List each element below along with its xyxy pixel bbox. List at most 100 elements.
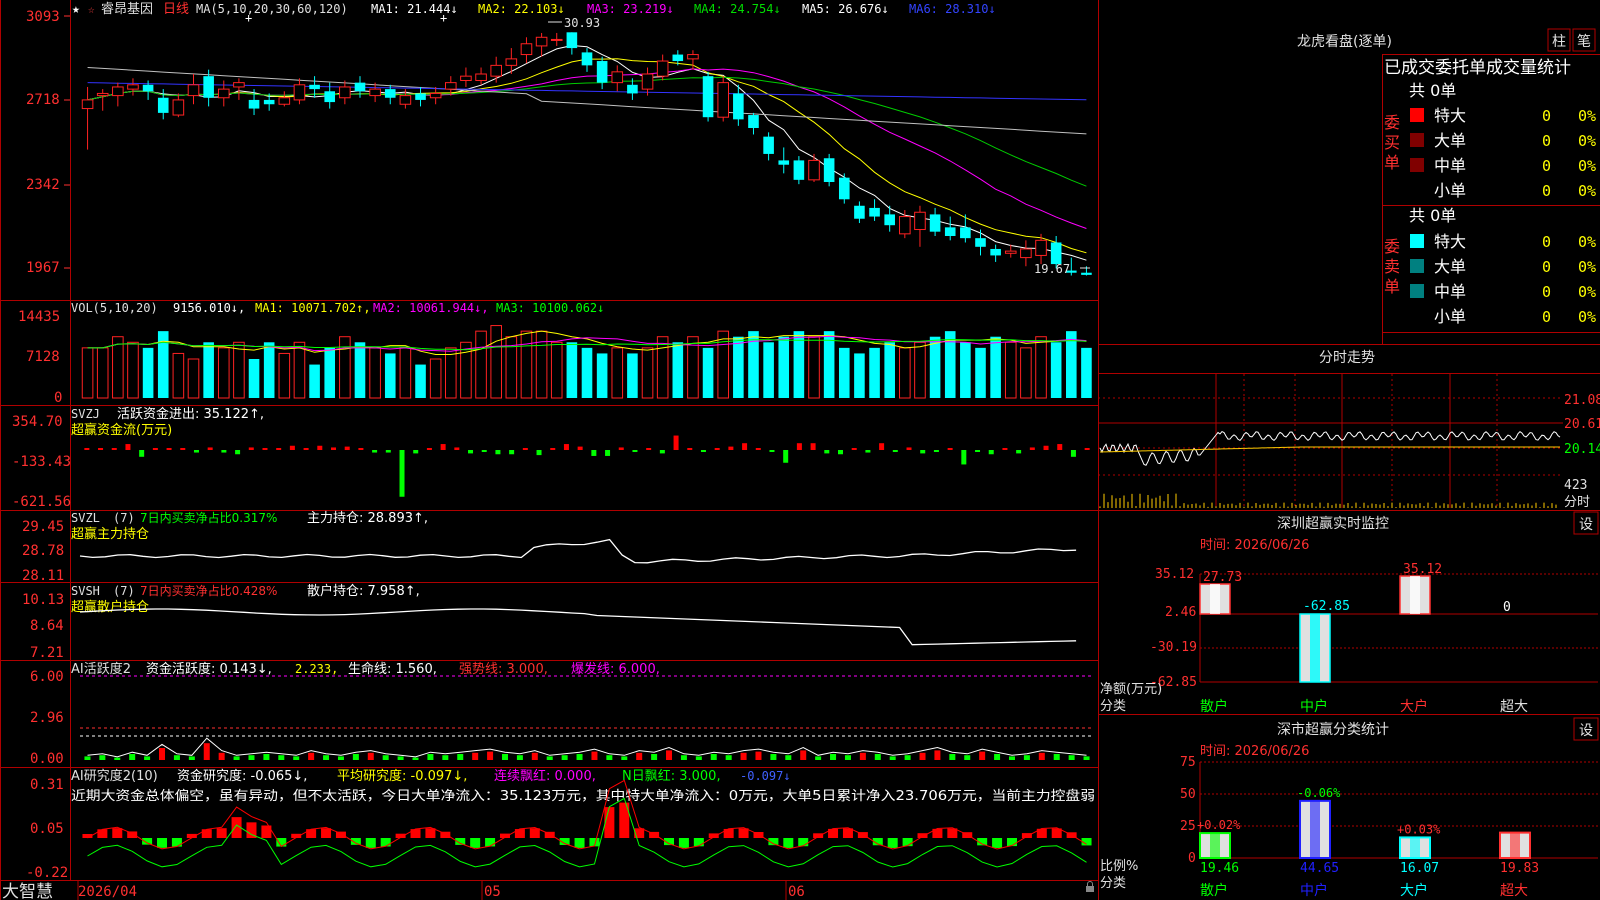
svzj-bar (988, 450, 994, 455)
order-pct: 0% (1578, 233, 1596, 251)
candle (339, 86, 351, 99)
monitor-bar-shine (1410, 576, 1420, 614)
svg-text:☆: ☆ (88, 3, 95, 16)
vol-bar (1050, 342, 1062, 398)
vol-bar (339, 336, 351, 399)
classify-value-label: 44.65 (1300, 861, 1339, 876)
vol-ytick: 7128 (26, 349, 60, 365)
ai-active-bar (308, 752, 315, 760)
ai-research-bar (813, 833, 824, 838)
svzj-bar (344, 446, 350, 450)
ai-research-ytick: 0.31 (30, 777, 64, 793)
svzl-params: (7) (113, 511, 135, 525)
ai-research-bar (678, 838, 689, 848)
svzj-bar (317, 445, 323, 450)
classify-bar (1399, 836, 1431, 860)
stock-name[interactable]: 睿昂基因 (101, 2, 153, 17)
order-pct: 0% (1578, 258, 1596, 276)
vol-bar (960, 342, 971, 398)
classify-bar-shine (1310, 800, 1320, 858)
vol-bar (384, 353, 396, 398)
svzj-bar (454, 447, 460, 450)
classify-ytick: 75 (1180, 755, 1196, 770)
ai-active-bar (591, 751, 598, 760)
period-label[interactable]: 日线 (163, 2, 189, 17)
svzj-bar (193, 450, 199, 453)
brand-logo: 大智慧 (2, 882, 53, 900)
vol-bar (233, 341, 245, 399)
candle (81, 99, 94, 110)
vol-bar (1020, 347, 1032, 399)
monitor-settings-button[interactable]: 设 (1573, 511, 1599, 535)
svzj-bar (646, 448, 652, 450)
vol-bar (566, 342, 578, 398)
candle (566, 32, 578, 49)
intraday-ytick: 20.61 (1564, 417, 1600, 432)
vol-bar (808, 336, 820, 399)
ai-active-bar (740, 752, 747, 760)
pen-mode-label: 笔 (1577, 34, 1591, 50)
ai-active-bar (188, 756, 195, 760)
candle (112, 86, 124, 97)
svzj-bar (372, 450, 378, 453)
svzj-bar (111, 448, 117, 450)
vol-bar (187, 358, 200, 399)
stock-terminal: ★ ☆ 睿昂基因 日线 MA(5,10,20,30,60,120) MA1: 2… (0, 0, 1600, 900)
svzj-bar (358, 448, 364, 450)
ai-active-bar (1038, 752, 1045, 760)
monitor-value-label: 0 (1503, 600, 1511, 615)
pen-mode-button[interactable]: 笔 (1572, 28, 1596, 52)
ai-research-yaxis: 0.31 0.05 -0.22 (26, 777, 68, 881)
svzl-subtitle: 超赢主力持仓 (71, 526, 149, 542)
vol-bar (520, 330, 533, 399)
buy-side-label-3: 单 (1384, 153, 1400, 172)
candle (172, 99, 185, 116)
vol-ma3: MA3: 10100.062↓ (496, 301, 604, 315)
svzj-bar (714, 448, 720, 450)
classify-bar-shine (1510, 832, 1520, 858)
candle (324, 91, 336, 103)
ai-active-yaxis: 6.00 2.96 0.00 (30, 669, 64, 767)
ai-active-bar (1023, 755, 1030, 760)
candle (1035, 239, 1047, 256)
bar-mode-button[interactable]: 柱 (1547, 28, 1571, 52)
kline-header: ★ ☆ 睿昂基因 日线 MA(5,10,20,30,60,120) MA1: 2… (72, 2, 996, 17)
classify-settings-button[interactable]: 设 (1573, 717, 1599, 741)
star-icon[interactable]: ★ (72, 2, 80, 17)
vol-bar (490, 325, 502, 399)
svzj-bar (468, 450, 474, 454)
ai-research-bar (216, 828, 227, 838)
candle (884, 214, 895, 226)
ai-active-bar (830, 754, 837, 760)
monitor-bar (1199, 583, 1231, 615)
svzj-ytick: -133.43 (12, 454, 71, 470)
vol-bar (142, 347, 154, 398)
kline-ytick: 1967 (26, 260, 60, 276)
candle (1081, 272, 1092, 275)
buy-total: 共 0单 (1409, 81, 1456, 100)
ai-active-bar (964, 755, 971, 760)
candle (581, 52, 593, 66)
candle (838, 177, 850, 200)
svzj-bar (851, 448, 857, 450)
svzj-bar (1002, 448, 1008, 450)
vol-bar (248, 359, 260, 398)
ai-active-bar (651, 754, 658, 760)
ai-active-bar (919, 752, 926, 760)
svzj-bar (413, 450, 419, 454)
ai-active-bar (859, 752, 866, 760)
order-name: 特大 (1434, 106, 1466, 125)
classify-delta-label: -0.06% (1297, 786, 1341, 800)
ai-research-bar (1006, 838, 1017, 847)
ai-active-bar (576, 754, 583, 760)
ai-active-bar (874, 754, 881, 760)
candle (309, 84, 320, 90)
candle (975, 238, 986, 247)
xaxis-date: 06 (788, 884, 805, 900)
svzj-bar (207, 447, 213, 450)
ai-active-bar (561, 755, 568, 760)
svzj-bar (933, 450, 939, 452)
ai-active-bar (457, 754, 464, 760)
ai-research-ytick: 0.05 (30, 821, 64, 837)
svzj-ytick: 354.70 (12, 414, 63, 430)
